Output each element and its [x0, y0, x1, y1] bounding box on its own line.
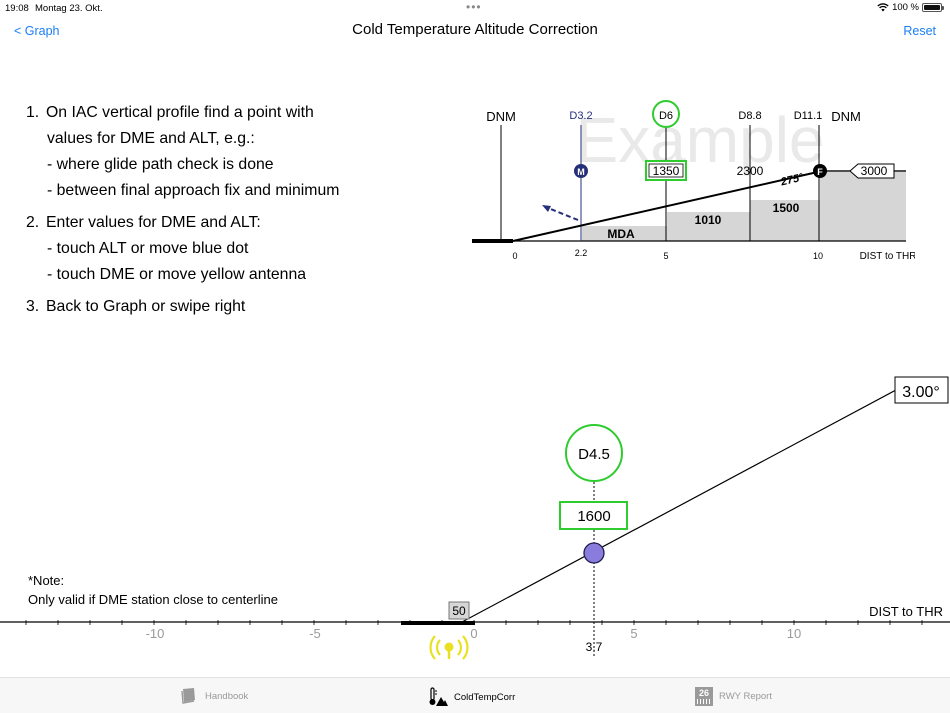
step-number: 2.	[26, 214, 40, 231]
example-d32: D3.2	[569, 110, 592, 122]
status-time: 19:08	[5, 3, 29, 14]
reset-button[interactable]: Reset	[903, 24, 936, 38]
example-tick: 2.2	[575, 248, 588, 258]
axis-tick-label: 10	[787, 626, 801, 641]
example-1350: 1350	[653, 164, 680, 178]
tab-handbook[interactable]: Handbook	[179, 687, 248, 705]
step-subtext: - between final approach fix and minimum	[47, 182, 340, 199]
tab-handbook-label: Handbook	[205, 690, 249, 702]
step-number: 1.	[26, 104, 40, 121]
example-profile: Example DNM D3.2 D6 D8.8 D11.1 DNM M 135…	[472, 100, 915, 262]
example-tick: 5	[663, 251, 668, 261]
axis-tick-label: -5	[309, 626, 321, 641]
step-text: On IAC vertical profile find a point wit…	[46, 104, 314, 121]
example-tick: 0	[512, 251, 517, 261]
status-date: Montag 23. Okt.	[35, 3, 103, 14]
glide-path-graph: 3.00° D4.5 1600 50 DIST to THR -10 -5 0 …	[0, 376, 950, 660]
step-text: Enter values for DME and ALT:	[46, 214, 261, 231]
tab-coldtempcorr[interactable]: ColdTempCorr	[428, 687, 515, 707]
tab-rwy-report-label: RWY Report	[719, 691, 772, 702]
dme-label: D4.5	[578, 446, 610, 463]
graph-axis-label: DIST to THR	[869, 604, 943, 619]
status-bar: 19:08 Montag 23. Okt. ••• 100 %	[0, 0, 950, 16]
example-tick: 10	[813, 251, 823, 261]
rwy-badge-number: 26	[698, 688, 709, 698]
axis-tick-label: 5	[630, 626, 637, 641]
axis-tick-label: -10	[146, 626, 165, 641]
example-3000: 3000	[861, 164, 888, 178]
example-axis-label: DIST to THR	[860, 251, 915, 262]
example-dnm-right: DNM	[831, 109, 861, 124]
tab-coldtempcorr-label: ColdTempCorr	[454, 691, 516, 703]
example-dnm-left: DNM	[486, 109, 516, 124]
position-dot[interactable]	[583, 542, 605, 564]
example-2300: 2300	[737, 164, 764, 178]
example-d111: D11.1	[794, 110, 823, 122]
example-watermark: Example	[576, 104, 825, 176]
example-1010: 1010	[695, 213, 722, 227]
example-1500: 1500	[773, 201, 800, 215]
wifi-icon	[877, 3, 889, 12]
thermometer-mountain-icon	[429, 687, 448, 706]
axis-tick-label: 0	[470, 626, 477, 641]
battery-icon	[922, 3, 944, 12]
example-d6: D6	[659, 110, 673, 122]
glide-path-line	[461, 389, 897, 623]
example-m-label: M	[577, 167, 585, 177]
note-title: *Note:	[28, 573, 65, 588]
note-text: Only valid if DME station close to cente…	[28, 592, 278, 607]
step-subtext: - touch DME or move yellow antenna	[47, 266, 307, 283]
note: *Note: Only valid if DME station close t…	[28, 571, 278, 609]
step-subtext: - where glide path check is done	[47, 156, 274, 173]
angle-label: 3.00°	[902, 384, 940, 401]
multitasking-dots-icon[interactable]: •••	[466, 0, 482, 14]
calendar-icon: 26	[695, 687, 713, 706]
battery-percent: 100 %	[892, 2, 919, 13]
status-right: 100 %	[877, 2, 944, 13]
page-title: Cold Temperature Altitude Correction	[352, 21, 598, 38]
dme-value-label: 3.7	[586, 640, 603, 654]
instructions: 1. On IAC vertical profile find a point w…	[26, 100, 339, 320]
step-subtext: values for DME and ALT, e.g.:	[47, 130, 255, 147]
book-icon	[181, 688, 195, 704]
altitude-label: 1600	[577, 508, 610, 525]
example-mda: MDA	[607, 227, 635, 241]
dme-antenna-icon[interactable]	[429, 635, 469, 660]
step-number: 3.	[26, 298, 40, 315]
tab-rwy-report[interactable]: 26 RWY Report	[695, 687, 772, 706]
tab-bar: Handbook ColdTempCorr 26 RWY Report	[0, 677, 950, 713]
example-d88: D8.8	[738, 110, 761, 122]
step-subtext: - touch ALT or move blue dot	[47, 240, 249, 257]
step-text: Back to Graph or swipe right	[46, 298, 246, 315]
threshold-height-label: 50	[452, 604, 466, 618]
example-f-label: F	[817, 167, 823, 177]
